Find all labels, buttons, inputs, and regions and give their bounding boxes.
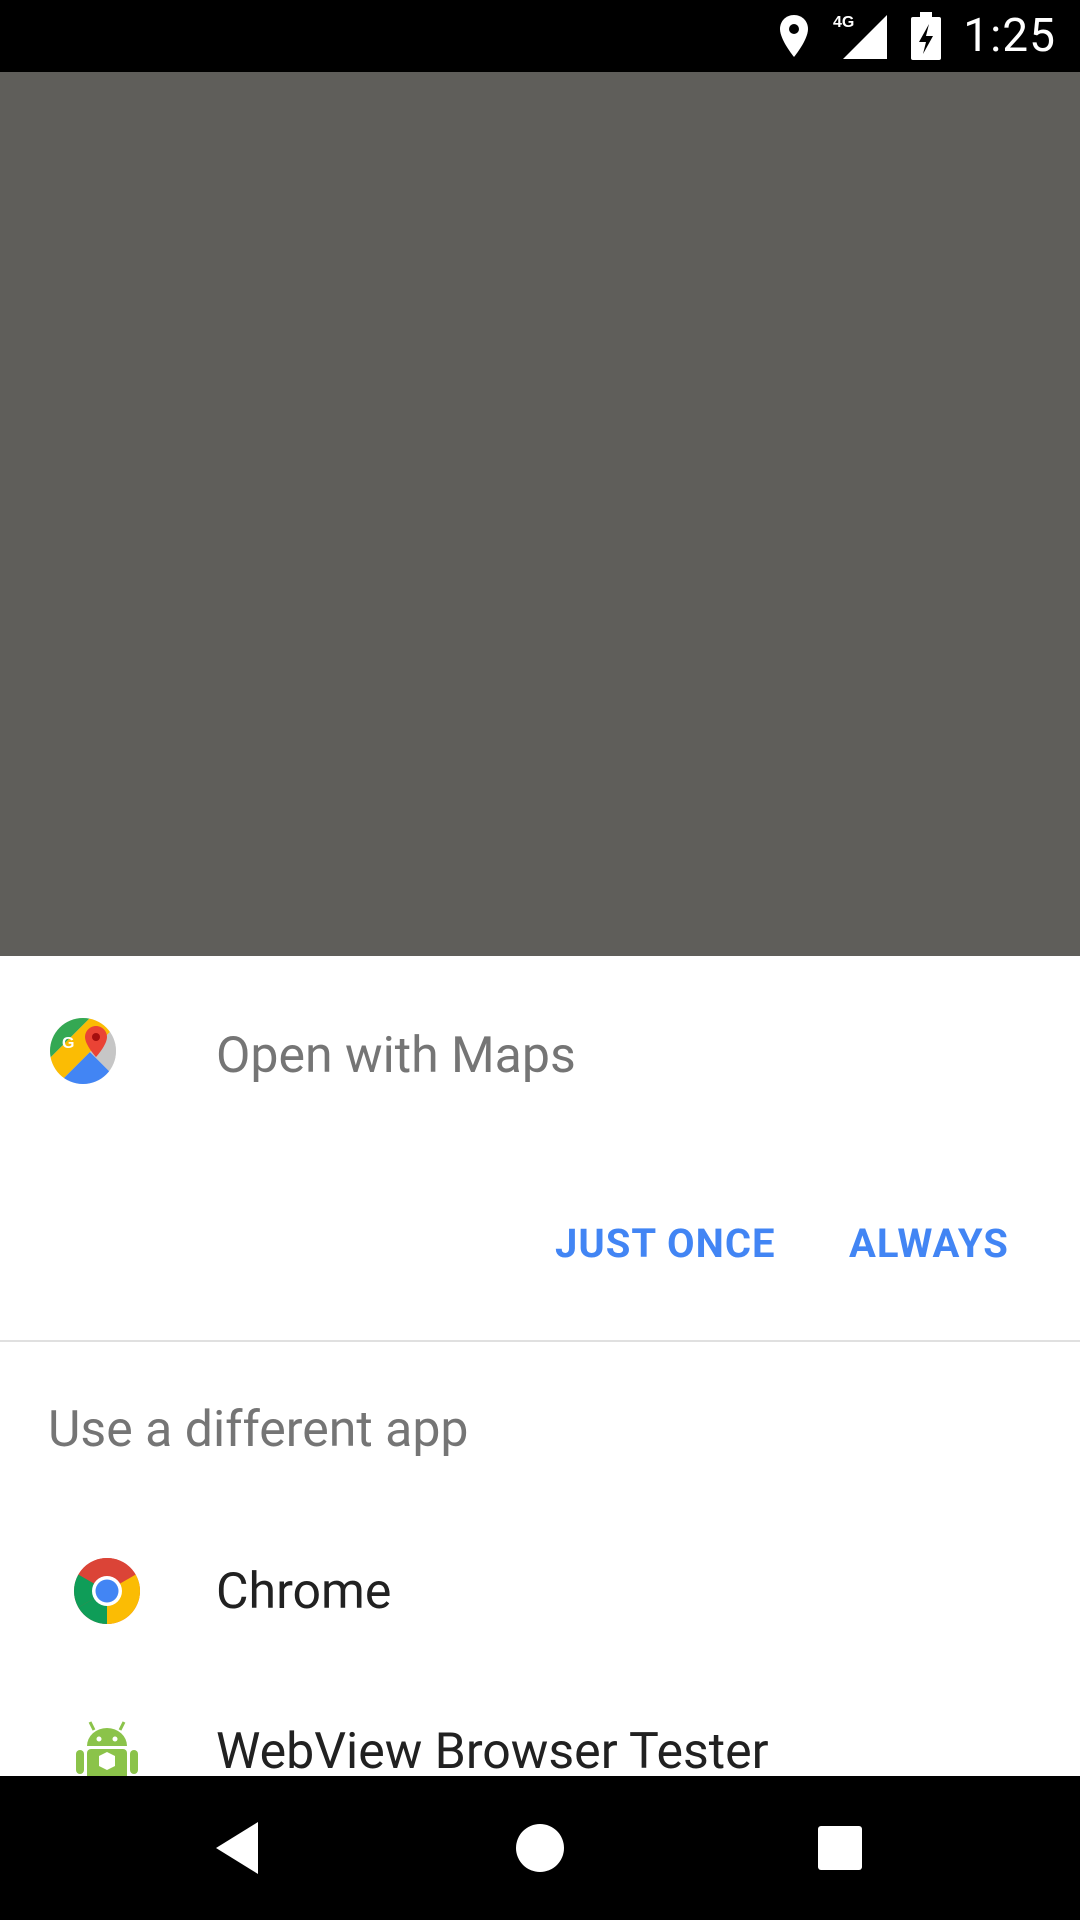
just-once-button[interactable]: JUST ONCE — [555, 1218, 776, 1270]
status-bar: 4G 1:25 — [0, 0, 1080, 72]
google-maps-icon: G — [50, 1018, 116, 1084]
location-icon — [780, 15, 809, 57]
app-option-webview-browser-tester[interactable]: WebView Browser Tester — [0, 1676, 1080, 1776]
navigation-bar — [0, 1776, 1080, 1920]
chrome-icon — [73, 1557, 141, 1624]
app-label-chrome: Chrome — [216, 1563, 392, 1621]
battery-charging-icon — [911, 12, 942, 60]
app-option-chrome[interactable]: Chrome — [0, 1516, 1080, 1666]
status-icons: 4G 1:25 — [777, 0, 1056, 72]
use-different-app-header: Use a different app — [48, 1401, 469, 1459]
network-type-label: 4G — [833, 14, 854, 31]
clock: 1:25 — [963, 9, 1056, 63]
divider — [0, 1340, 1080, 1342]
dialog-title: Open with Maps — [216, 1027, 576, 1085]
back-icon[interactable] — [206, 1814, 274, 1882]
signal-icon: 4G — [833, 14, 888, 59]
recents-icon[interactable] — [806, 1814, 874, 1882]
open-with-dialog: G Open with Maps JUST ONCE ALWAYS Use a … — [0, 956, 1080, 1776]
svg-text:G: G — [62, 1035, 74, 1052]
always-button[interactable]: ALWAYS — [849, 1218, 1009, 1270]
default-app-row: G Open with Maps — [0, 956, 1080, 1156]
home-icon[interactable] — [506, 1814, 574, 1882]
app-label-webview-browser-tester: WebView Browser Tester — [216, 1723, 769, 1776]
dimmed-background[interactable] — [0, 72, 1080, 956]
android-icon — [76, 1721, 138, 1776]
